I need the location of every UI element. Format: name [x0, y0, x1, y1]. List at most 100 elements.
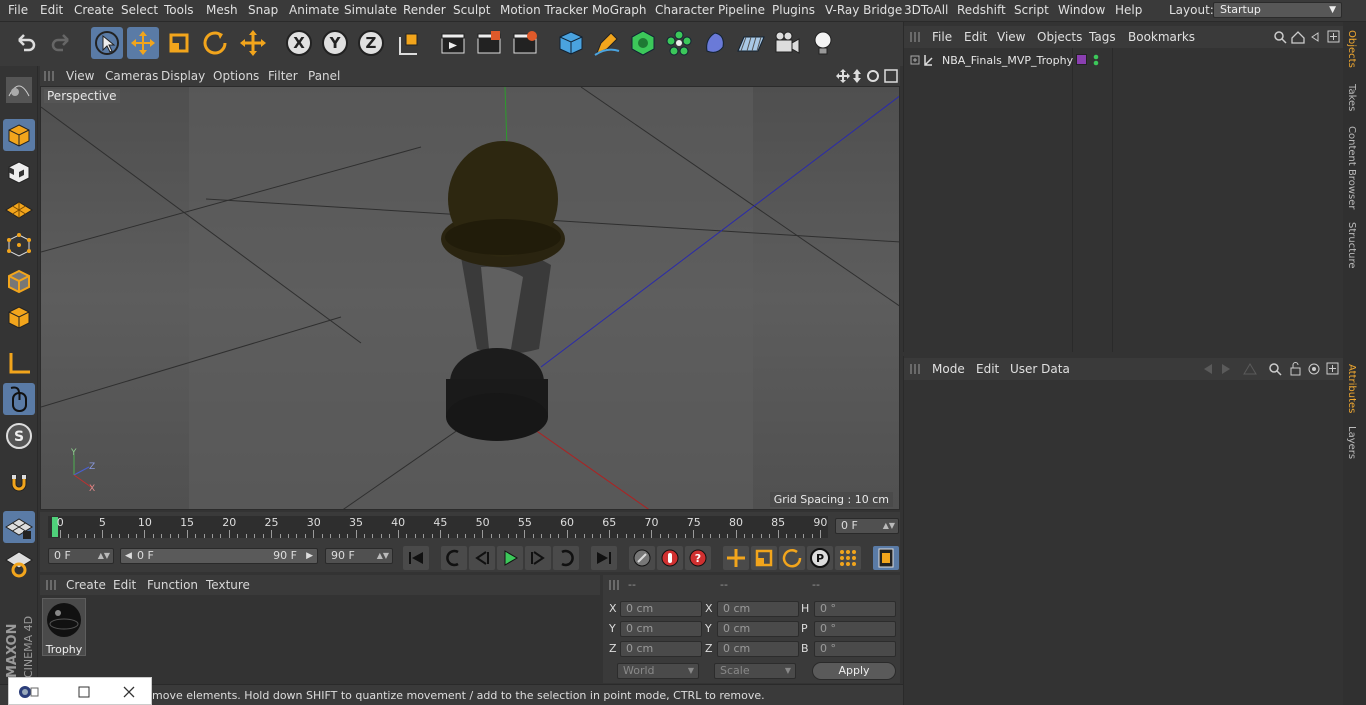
- deformer-button[interactable]: [699, 27, 731, 59]
- key-position-button[interactable]: [723, 546, 749, 570]
- menu-pipeline[interactable]: Pipeline: [718, 3, 765, 17]
- next-key-button[interactable]: [553, 546, 579, 570]
- panel-grip-icon[interactable]: [44, 71, 56, 81]
- menu-vray-bridge[interactable]: V-Ray Bridge: [825, 3, 902, 17]
- points-mode-button[interactable]: [3, 229, 35, 261]
- rot-h-field[interactable]: 0 °: [814, 601, 896, 617]
- menu-edit[interactable]: Edit: [40, 3, 63, 17]
- menu-sculpt[interactable]: Sculpt: [453, 3, 490, 17]
- objects-menu-bookmarks[interactable]: Bookmarks: [1128, 30, 1195, 44]
- workplane-mode-button[interactable]: [3, 192, 35, 224]
- objects-menu-edit[interactable]: Edit: [964, 30, 987, 44]
- tweak-mode-button[interactable]: [3, 383, 35, 415]
- menu-plugins[interactable]: Plugins: [772, 3, 815, 17]
- tab-structure[interactable]: Structure: [1346, 222, 1357, 269]
- material-menu-edit[interactable]: Edit: [113, 578, 136, 592]
- apply-button[interactable]: Apply: [812, 662, 896, 680]
- material-menu-create[interactable]: Create: [66, 578, 106, 592]
- layer-color-swatch[interactable]: [1076, 54, 1087, 65]
- floor-button[interactable]: [735, 27, 767, 59]
- current-frame-field[interactable]: 0 F ▲▼: [835, 518, 899, 534]
- key-scale-button[interactable]: [751, 546, 777, 570]
- end-frame-field[interactable]: 90 F ▲▼: [325, 548, 393, 564]
- rotate-tool-button[interactable]: [199, 27, 231, 59]
- viewport-menu-cameras[interactable]: Cameras: [105, 69, 158, 83]
- menu-tools[interactable]: Tools: [164, 3, 194, 17]
- texture-mode-button[interactable]: [3, 156, 35, 188]
- material-menu-function[interactable]: Function: [147, 578, 198, 592]
- z-axis-lock-button[interactable]: Z: [355, 27, 387, 59]
- close-icon[interactable]: [122, 685, 136, 699]
- keyframe-selection-button[interactable]: ?: [685, 546, 711, 570]
- tab-content-browser[interactable]: Content Browser: [1346, 126, 1357, 209]
- viewport-menu-panel[interactable]: Panel: [308, 69, 340, 83]
- menu-render[interactable]: Render: [403, 3, 446, 17]
- move-tool-button[interactable]: [127, 27, 159, 59]
- x-axis-lock-button[interactable]: X: [283, 27, 315, 59]
- tab-layers[interactable]: Layers: [1346, 426, 1357, 459]
- key-parameter-button[interactable]: P: [807, 546, 833, 570]
- subdivision-button[interactable]: [627, 27, 659, 59]
- cinema4d-app-icon[interactable]: [17, 684, 41, 700]
- objects-menu-objects[interactable]: Objects: [1037, 30, 1082, 44]
- menu-help[interactable]: Help: [1115, 3, 1142, 17]
- size-z-field[interactable]: 0 cm: [717, 641, 799, 657]
- light-button[interactable]: [807, 27, 839, 59]
- size-y-field[interactable]: 0 cm: [717, 621, 799, 637]
- expand-null-icon[interactable]: [910, 53, 940, 67]
- undo-button[interactable]: [10, 27, 42, 59]
- cloner-button[interactable]: [663, 27, 695, 59]
- menu-mograph[interactable]: MoGraph: [592, 3, 647, 17]
- live-selection-button[interactable]: [91, 27, 123, 59]
- start-frame-field[interactable]: 0 F ▲▼: [48, 548, 114, 564]
- object-row-trophy[interactable]: NBA_Finals_MVP_Trophy: [904, 50, 1344, 70]
- edges-mode-button[interactable]: [3, 265, 35, 297]
- attributes-menu-edit[interactable]: Edit: [976, 362, 999, 376]
- menu-snap[interactable]: Snap: [248, 3, 278, 17]
- pos-z-field[interactable]: 0 cm: [620, 641, 702, 657]
- size-x-field[interactable]: 0 cm: [717, 601, 799, 617]
- render-region-button[interactable]: [473, 27, 505, 59]
- viewport-nav-icons[interactable]: [835, 68, 899, 84]
- viewport-menu-display[interactable]: Display: [161, 69, 205, 83]
- pos-y-field[interactable]: 0 cm: [620, 621, 702, 637]
- menu-file[interactable]: File: [8, 3, 28, 17]
- cube-primitive-button[interactable]: [555, 27, 587, 59]
- material-swatch-trophy[interactable]: Trophy: [42, 598, 86, 656]
- pen-tool-button[interactable]: [591, 27, 623, 59]
- coordinate-system-button[interactable]: [393, 27, 425, 59]
- autokey-button[interactable]: [657, 546, 683, 570]
- panel-grip-icon[interactable]: [609, 580, 621, 590]
- axis-mode-button[interactable]: [3, 347, 35, 379]
- tab-attributes[interactable]: Attributes: [1346, 364, 1357, 413]
- play-button[interactable]: [497, 546, 523, 570]
- coordinate-space-dropdown[interactable]: World ▼: [617, 663, 699, 679]
- panel-grip-icon[interactable]: [46, 580, 58, 590]
- render-settings-button[interactable]: [509, 27, 541, 59]
- key-pla-button[interactable]: [835, 546, 861, 570]
- panel-grip-icon[interactable]: [910, 364, 922, 374]
- layout-dropdown[interactable]: Startup ▼: [1213, 2, 1342, 18]
- menu-redshift[interactable]: Redshift: [957, 3, 1006, 17]
- menu-motion-tracker[interactable]: Motion Tracker: [500, 3, 588, 17]
- enable-workplane-button[interactable]: [3, 511, 35, 543]
- goto-end-button[interactable]: [591, 546, 617, 570]
- visibility-dots-icon[interactable]: [1092, 53, 1100, 67]
- attributes-menu-mode[interactable]: Mode: [932, 362, 965, 376]
- objects-menu-file[interactable]: File: [932, 30, 952, 44]
- make-editable-button[interactable]: [3, 74, 35, 106]
- rot-b-field[interactable]: 0 °: [814, 641, 896, 657]
- pos-x-field[interactable]: 0 cm: [620, 601, 702, 617]
- preview-range-slider[interactable]: ◀ 0 F 90 F ▶: [120, 548, 318, 564]
- solo-button[interactable]: S: [3, 420, 35, 452]
- viewport-menu-filter[interactable]: Filter: [268, 69, 298, 83]
- model-mode-button[interactable]: [3, 119, 35, 151]
- locked-workplane-button[interactable]: [3, 548, 35, 580]
- rot-p-field[interactable]: 0 °: [814, 621, 896, 637]
- record-active-button[interactable]: [629, 546, 655, 570]
- objects-menu-view[interactable]: View: [997, 30, 1025, 44]
- scale-tool-button[interactable]: [163, 27, 195, 59]
- polygons-mode-button[interactable]: [3, 301, 35, 333]
- menu-3dtoall[interactable]: 3DToAll: [904, 3, 948, 17]
- size-mode-dropdown[interactable]: Scale ▼: [714, 663, 796, 679]
